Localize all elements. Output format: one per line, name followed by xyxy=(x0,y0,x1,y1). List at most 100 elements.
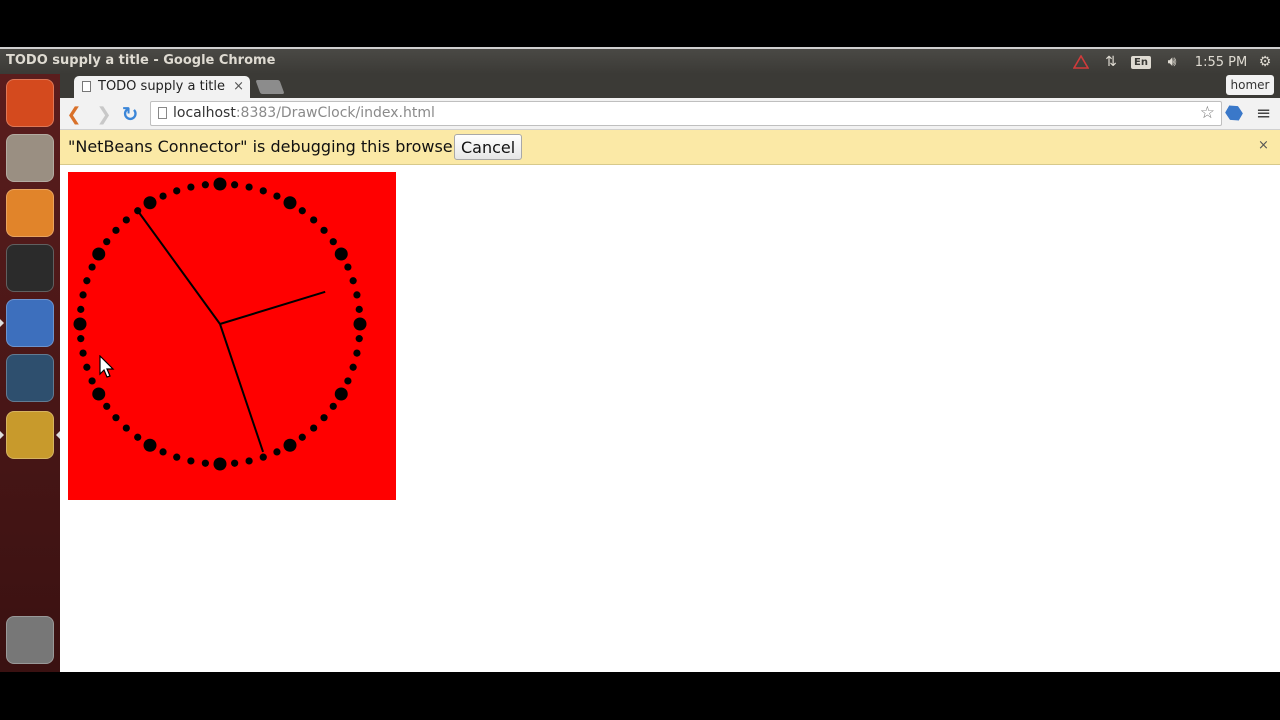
tab-active[interactable]: TODO supply a title × xyxy=(74,76,250,98)
clock-minute-marker xyxy=(134,433,142,441)
mouse-cursor-icon xyxy=(99,355,115,378)
clock-hour-marker xyxy=(283,438,297,452)
clock-hour-marker xyxy=(334,387,348,401)
browser-toolbar: ❮ ❯ ↻ localhost:8383/DrawClock/index.htm… xyxy=(60,98,1280,130)
clock-minute-marker xyxy=(355,305,363,313)
clock-minute-marker xyxy=(231,459,239,467)
desktop-top-panel: TODO supply a title - Google Chrome ⇅ En… xyxy=(0,47,1280,74)
clock-minute-marker xyxy=(201,181,209,189)
running-indicator xyxy=(0,431,4,439)
launcher-dash-home-icon[interactable] xyxy=(6,79,54,127)
clock-minute-marker xyxy=(173,187,181,195)
clock-minute-marker xyxy=(112,226,120,234)
url-path: :8383/DrawClock/index.html xyxy=(235,105,435,121)
clock-minute-marker xyxy=(245,457,253,465)
clock-minute-marker xyxy=(83,363,91,371)
volume-icon[interactable]: 🔊︎ xyxy=(1160,52,1184,72)
keyboard-layout-indicator[interactable]: En xyxy=(1131,52,1151,72)
clock-hour-marker xyxy=(334,247,348,261)
reload-button[interactable]: ↻ xyxy=(118,102,142,126)
launcher-mysql-workbench-icon[interactable] xyxy=(6,354,54,402)
page-content xyxy=(60,165,1280,672)
clock-minute-marker xyxy=(273,192,281,200)
clock-minute-marker xyxy=(329,238,337,246)
profile-badge[interactable]: homer xyxy=(1226,75,1274,95)
clock-minute-marker xyxy=(79,291,87,299)
cancel-button[interactable]: Cancel xyxy=(454,134,523,160)
clock-minute-marker xyxy=(103,238,111,246)
close-icon[interactable]: × xyxy=(1258,138,1269,153)
running-indicator xyxy=(0,319,4,327)
clock-minute-marker xyxy=(259,187,267,195)
clock-hour-marker xyxy=(92,247,106,261)
clock-minute-marker xyxy=(173,453,181,461)
clock-hour-marker xyxy=(353,317,367,331)
netbeans-extension-icon[interactable] xyxy=(1223,102,1245,124)
clock-minute-hand xyxy=(219,323,265,453)
launcher-firefox-icon[interactable] xyxy=(6,189,54,237)
unity-launcher xyxy=(0,74,60,672)
url-text: localhost:8383/DrawClock/index.html xyxy=(173,105,435,121)
clock-minute-marker xyxy=(353,291,361,299)
new-tab-button[interactable] xyxy=(255,80,285,94)
url-host: localhost xyxy=(173,105,236,121)
video-letterbox-top xyxy=(0,0,1280,47)
clock-hour-marker xyxy=(283,196,297,210)
clock-minute-marker xyxy=(344,263,352,271)
clock-second-hand xyxy=(136,210,221,325)
network-icon[interactable]: ⇅ xyxy=(1100,52,1122,72)
page-icon xyxy=(82,81,91,92)
clock-minute-marker xyxy=(159,448,167,456)
clock-hour-marker xyxy=(213,177,227,191)
back-button[interactable]: ❮ xyxy=(62,102,86,126)
forward-button[interactable]: ❯ xyxy=(92,102,116,126)
clock-minute-marker xyxy=(344,377,352,385)
clock-minute-marker xyxy=(88,377,96,385)
clock-hour-marker xyxy=(143,438,157,452)
clock-minute-marker xyxy=(320,414,328,422)
clock-minute-marker xyxy=(122,424,130,432)
clock-minute-marker xyxy=(353,349,361,357)
address-bar[interactable]: localhost:8383/DrawClock/index.html ☆ xyxy=(150,101,1222,126)
clock-minute-marker xyxy=(298,207,306,215)
clock-minute-marker xyxy=(355,335,363,343)
clock-minute-marker xyxy=(259,453,267,461)
star-icon[interactable]: ☆ xyxy=(1200,103,1215,123)
clock-minute-marker xyxy=(77,305,85,313)
clock-minute-marker xyxy=(79,349,87,357)
browser-tabstrip: TODO supply a title × homer xyxy=(60,74,1280,98)
tab-title: TODO supply a title xyxy=(98,79,226,94)
clock-minute-marker xyxy=(112,414,120,422)
panel-clock[interactable]: 1:55 PM xyxy=(1194,52,1248,72)
menu-icon[interactable]: ≡ xyxy=(1256,103,1271,124)
clock-drawing xyxy=(73,177,367,471)
clock-minute-marker xyxy=(187,457,195,465)
launcher-terminal-icon[interactable] xyxy=(6,244,54,292)
clock-minute-marker xyxy=(88,263,96,271)
launcher-netbeans-icon[interactable] xyxy=(6,299,54,347)
clock-hour-marker xyxy=(92,387,106,401)
page-icon xyxy=(158,107,167,119)
clock-minute-marker xyxy=(329,402,337,410)
clock-hour-marker xyxy=(213,457,227,471)
clock-minute-marker xyxy=(187,183,195,191)
clock-minute-marker xyxy=(298,433,306,441)
clock-minute-marker xyxy=(320,226,328,234)
launcher-files-icon[interactable] xyxy=(6,134,54,182)
gear-icon[interactable]: ⚙ xyxy=(1254,52,1276,72)
clock-minute-marker xyxy=(201,459,209,467)
clock-hour-marker xyxy=(143,196,157,210)
clock-minute-marker xyxy=(349,277,357,285)
window-title: TODO supply a title - Google Chrome xyxy=(6,53,276,68)
clock-minute-marker xyxy=(231,181,239,189)
close-icon[interactable]: × xyxy=(233,76,244,98)
clock-minute-marker xyxy=(245,183,253,191)
launcher-trash-icon[interactable] xyxy=(6,616,54,664)
clock-hour-marker xyxy=(73,317,87,331)
clock-minute-marker xyxy=(77,335,85,343)
keyboard-layout-label: En xyxy=(1131,55,1151,69)
clock-canvas xyxy=(68,172,396,500)
warning-icon[interactable] xyxy=(1070,52,1092,72)
launcher-chrome-icon[interactable] xyxy=(6,411,54,459)
video-letterbox-bottom xyxy=(0,672,1280,720)
